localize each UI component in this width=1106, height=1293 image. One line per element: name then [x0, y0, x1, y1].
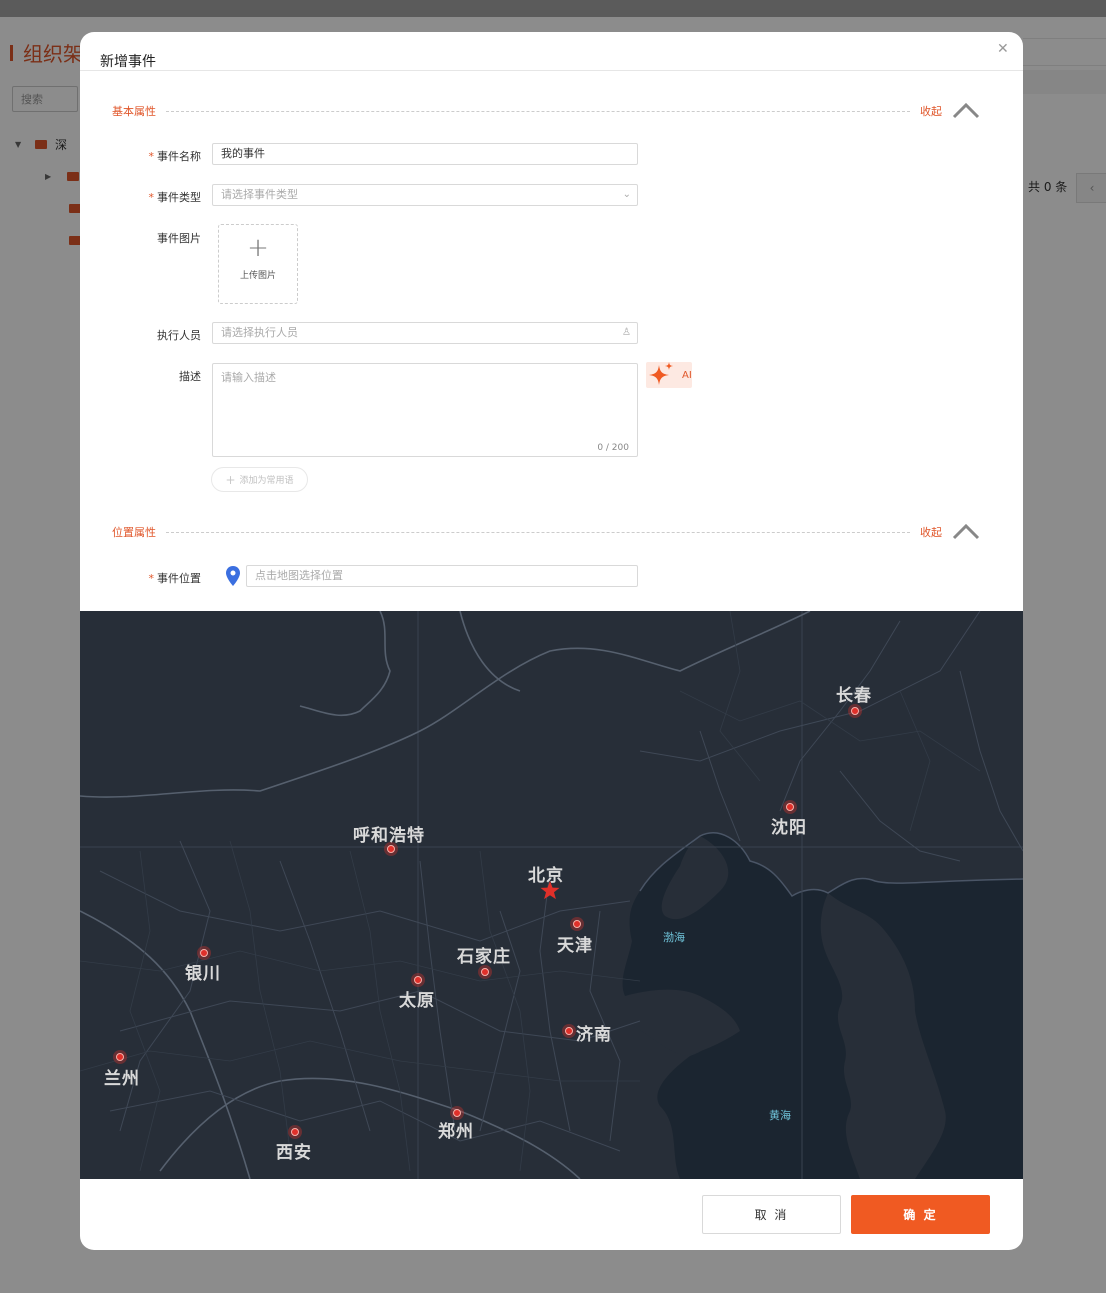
description-label: 描述 — [179, 370, 201, 383]
sparkle-icon — [649, 362, 673, 385]
city-marker[interactable] — [453, 1109, 461, 1117]
close-icon[interactable]: ✕ — [997, 41, 1009, 57]
city-marker[interactable] — [573, 920, 581, 928]
city-marker[interactable] — [414, 976, 422, 984]
event-name-input[interactable]: 我的事件 — [212, 143, 638, 165]
upload-image-button[interactable]: + 上传图片 — [218, 224, 298, 304]
ai-label: AI — [682, 369, 692, 381]
collapse-basic-button[interactable]: 收起 — [920, 103, 942, 119]
city-label: 长春 — [836, 686, 872, 706]
description-placeholder: 请输入描述 — [221, 371, 276, 384]
chevron-up-icon[interactable] — [952, 522, 980, 542]
sea-label: 黄海 — [769, 1109, 791, 1122]
city-label: 兰州 — [104, 1069, 140, 1089]
divider — [166, 110, 910, 112]
city-label: 呼和浩特 — [353, 826, 425, 846]
plus-icon: + — [247, 233, 269, 263]
location-input[interactable]: 点击地图选择位置 — [246, 565, 638, 587]
city-label: 太原 — [399, 991, 435, 1011]
divider — [166, 531, 910, 533]
event-name-label: * 事件名称 — [148, 150, 202, 163]
executor-label: 执行人员 — [157, 329, 201, 342]
confirm-button[interactable]: 确 定 — [851, 1195, 990, 1234]
map-canvas[interactable] — [80, 611, 1023, 1179]
city-marker[interactable] — [851, 707, 859, 715]
location-pin-icon — [226, 566, 240, 586]
ai-assist-button[interactable]: AI — [646, 362, 692, 388]
city-marker[interactable] — [786, 803, 794, 811]
upload-label: 上传图片 — [239, 271, 276, 281]
char-counter: 0 / 200 — [597, 443, 629, 453]
city-label: 西安 — [276, 1143, 312, 1163]
map-view[interactable]: 长春沈阳 呼和浩特北京天津石家庄银川太原济南兰州郑州西安 渤海黄海 — [80, 611, 1023, 1179]
chevron-down-icon: ⌄ — [622, 189, 631, 200]
user-icon: ♙ — [622, 327, 631, 338]
city-label: 郑州 — [438, 1122, 474, 1142]
description-textarea[interactable]: 请输入描述 0 / 200 — [212, 363, 638, 457]
event-type-select[interactable]: 请选择事件类型 ⌄ — [212, 184, 638, 206]
city-marker[interactable] — [565, 1027, 573, 1035]
city-label: 北京 — [528, 866, 564, 886]
location-section-header: 位置属性 收起 — [112, 522, 980, 542]
location-section-label: 位置属性 — [112, 526, 156, 539]
event-image-label: 事件图片 — [157, 232, 201, 245]
add-common-phrase-button[interactable]: + 添加为常用语 — [211, 467, 308, 492]
city-marker[interactable] — [116, 1053, 124, 1061]
city-marker[interactable] — [481, 968, 489, 976]
chevron-up-icon[interactable] — [952, 101, 980, 121]
cancel-button[interactable]: 取 消 — [702, 1195, 841, 1234]
city-label: 银川 — [185, 964, 221, 984]
sea-label: 渤海 — [663, 931, 685, 944]
basic-section-header: 基本属性 收起 — [112, 101, 980, 121]
city-marker[interactable] — [200, 949, 208, 957]
collapse-location-button[interactable]: 收起 — [920, 524, 942, 540]
city-label: 沈阳 — [771, 818, 807, 838]
add-event-modal: 新增事件 ✕ 基本属性 收起 * 事件名称 我的事件 * 事件类型 请选择事件类型 ⌄… — [80, 32, 1023, 1250]
city-label: 天津 — [557, 936, 593, 956]
plus-icon: + — [225, 472, 236, 487]
city-label: 石家庄 — [457, 947, 511, 967]
modal-header: 新增事件 ✕ — [80, 32, 1023, 71]
event-type-label: * 事件类型 — [148, 191, 202, 204]
executor-select[interactable]: 请选择执行人员 ♙ — [212, 322, 638, 344]
city-marker[interactable] — [291, 1128, 299, 1136]
event-location-label: * 事件位置 — [148, 572, 202, 585]
modal-title: 新增事件 — [100, 54, 156, 70]
city-marker[interactable] — [387, 845, 395, 853]
basic-section-label: 基本属性 — [112, 105, 156, 118]
city-label: 济南 — [576, 1025, 612, 1045]
